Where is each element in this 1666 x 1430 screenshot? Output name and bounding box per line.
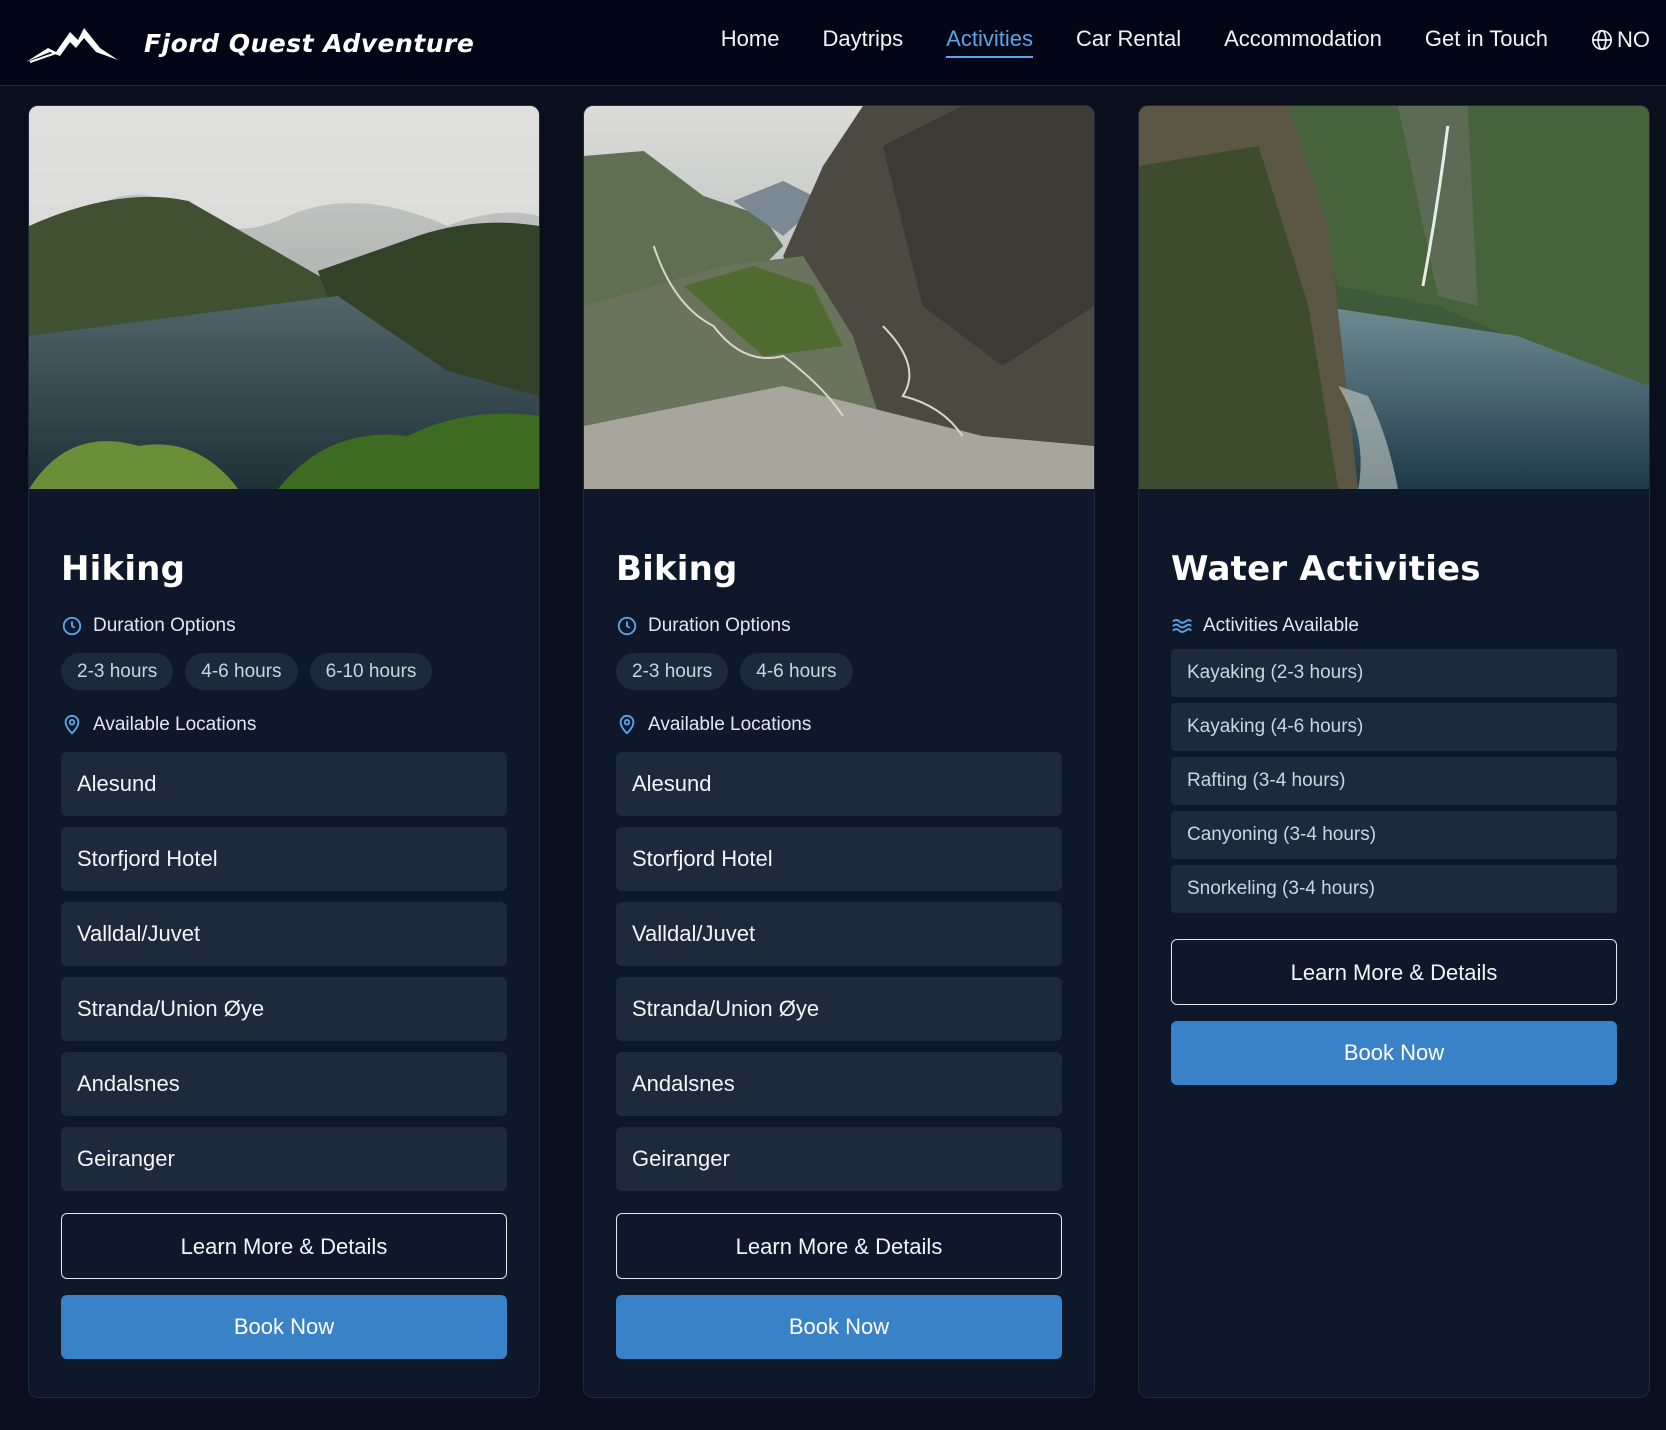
brand[interactable]: Fjord Quest Adventure <box>26 22 474 64</box>
activity-item[interactable]: Kayaking (2-3 hours) <box>1171 649 1617 697</box>
duration-chip[interactable]: 4-6 hours <box>740 653 853 690</box>
available-locations-label: Available Locations <box>616 714 1062 736</box>
language-switcher[interactable]: NO <box>1591 27 1650 57</box>
location-item[interactable]: Alesund <box>616 752 1062 816</box>
fjord-overlook-photo <box>29 106 539 489</box>
duration-chip[interactable]: 6-10 hours <box>309 653 433 690</box>
duration-chips: 2-3 hours 4-6 hours <box>616 653 1062 690</box>
card-title: Water Activities <box>1171 549 1481 589</box>
card-body: Biking Duration Options 2-3 hours 4-6 ho… <box>616 489 1062 1359</box>
duration-options-text: Duration Options <box>648 615 791 636</box>
mountain-logo-icon <box>26 28 118 63</box>
activity-card-biking: Biking Duration Options 2-3 hours 4-6 ho… <box>583 105 1095 1398</box>
mountain-road-valley-photo <box>584 106 1094 489</box>
activity-item[interactable]: Kayaking (4-6 hours) <box>1171 703 1617 751</box>
available-locations-text: Available Locations <box>93 714 257 735</box>
location-list: Alesund Storfjord Hotel Valldal/Juvet St… <box>61 752 507 1191</box>
nav-activities[interactable]: Activities <box>946 26 1033 58</box>
learn-more-button[interactable]: Learn More & Details <box>61 1213 507 1279</box>
activity-card-water-activities: Water Activities Activities Available Ka… <box>1138 105 1650 1398</box>
location-item[interactable]: Storfjord Hotel <box>616 827 1062 891</box>
location-item[interactable]: Geiranger <box>61 1127 507 1191</box>
card-body: Hiking Duration Options 2-3 hours 4-6 ho… <box>61 489 507 1359</box>
book-now-button[interactable]: Book Now <box>1171 1021 1617 1085</box>
location-item[interactable]: Stranda/Union Øye <box>616 977 1062 1041</box>
location-item[interactable]: Andalsnes <box>61 1052 507 1116</box>
location-item[interactable]: Alesund <box>61 752 507 816</box>
duration-chip[interactable]: 4-6 hours <box>185 653 298 690</box>
duration-chip[interactable]: 2-3 hours <box>616 653 729 690</box>
globe-icon <box>1592 30 1612 50</box>
location-item[interactable]: Geiranger <box>616 1127 1062 1191</box>
map-pin-icon <box>64 714 80 735</box>
top-navbar: Fjord Quest Adventure Home Daytrips Acti… <box>0 0 1666 86</box>
waves-icon <box>1172 619 1192 633</box>
activity-card-hiking: Hiking Duration Options 2-3 hours 4-6 ho… <box>28 105 540 1398</box>
duration-chips: 2-3 hours 4-6 hours 6-10 hours <box>61 653 507 690</box>
fjord-waterfall-cliffs-photo <box>1139 106 1649 489</box>
location-item[interactable]: Valldal/Juvet <box>616 902 1062 966</box>
clock-icon <box>617 616 637 636</box>
activity-item[interactable]: Canyoning (3-4 hours) <box>1171 811 1617 859</box>
map-pin-icon <box>619 714 635 735</box>
duration-options-label: Duration Options <box>61 615 507 637</box>
brand-name: Fjord Quest Adventure <box>144 28 475 58</box>
nav-accommodation[interactable]: Accommodation <box>1224 26 1382 58</box>
duration-options-label: Duration Options <box>616 615 1062 637</box>
card-body: Water Activities Activities Available Ka… <box>1171 489 1617 1085</box>
clock-icon <box>62 616 82 636</box>
location-item[interactable]: Andalsnes <box>616 1052 1062 1116</box>
activity-item[interactable]: Snorkeling (3-4 hours) <box>1171 865 1617 913</box>
nav-get-in-touch[interactable]: Get in Touch <box>1425 26 1548 58</box>
activities-available-label: Activities Available <box>1171 615 1617 637</box>
learn-more-button[interactable]: Learn More & Details <box>1171 939 1617 1005</box>
location-item[interactable]: Storfjord Hotel <box>61 827 507 891</box>
available-locations-label: Available Locations <box>61 714 507 736</box>
duration-chip[interactable]: 2-3 hours <box>61 653 174 690</box>
card-title: Hiking <box>61 549 186 589</box>
language-label: NO <box>1617 27 1650 52</box>
location-item[interactable]: Valldal/Juvet <box>61 902 507 966</box>
location-item[interactable]: Stranda/Union Øye <box>61 977 507 1041</box>
learn-more-button[interactable]: Learn More & Details <box>616 1213 1062 1279</box>
main-nav: Home Daytrips Activities Car Rental Acco… <box>678 26 1650 58</box>
nav-home[interactable]: Home <box>721 26 780 58</box>
activity-item[interactable]: Rafting (3-4 hours) <box>1171 757 1617 805</box>
location-list: Alesund Storfjord Hotel Valldal/Juvet St… <box>616 752 1062 1191</box>
nav-daytrips[interactable]: Daytrips <box>822 26 903 58</box>
card-title: Biking <box>616 549 738 589</box>
book-now-button[interactable]: Book Now <box>61 1295 507 1359</box>
available-locations-text: Available Locations <box>648 714 812 735</box>
activity-list: Kayaking (2-3 hours) Kayaking (4-6 hours… <box>1171 649 1617 913</box>
activities-available-text: Activities Available <box>1203 615 1359 636</box>
nav-car-rental[interactable]: Car Rental <box>1076 26 1181 58</box>
duration-options-text: Duration Options <box>93 615 236 636</box>
book-now-button[interactable]: Book Now <box>616 1295 1062 1359</box>
